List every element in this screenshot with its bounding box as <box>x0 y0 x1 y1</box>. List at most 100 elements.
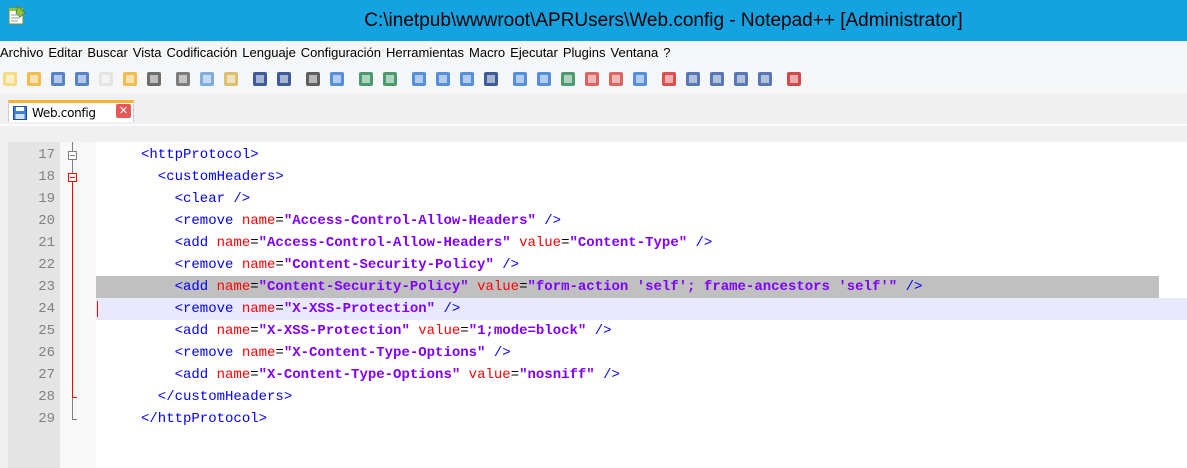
menu-macro[interactable]: Macro <box>469 45 509 60</box>
close-tab-icon[interactable]: ✕ <box>116 104 131 118</box>
word-wrap-icon[interactable] <box>457 69 477 89</box>
token-val: "form-action 'self'; frame-ancestors 'se… <box>527 279 898 295</box>
stop-macro-icon[interactable] <box>683 69 703 89</box>
token-attr: value <box>468 367 511 383</box>
find-icon[interactable] <box>303 69 323 89</box>
token-eq: = <box>250 367 259 383</box>
save-all-icon[interactable] <box>72 69 92 89</box>
token-eq: = <box>510 367 520 383</box>
folder-workspace-icon[interactable] <box>606 69 626 89</box>
code-line[interactable]: 22 <remove name="Content-Security-Policy"… <box>8 254 1187 276</box>
code-text: </httpProtocol> <box>141 408 267 430</box>
code-line[interactable]: 18 <customHeaders> <box>8 166 1187 188</box>
menu-herramientas[interactable]: Herramientas <box>386 45 468 60</box>
replace-icon[interactable] <box>327 69 347 89</box>
code-editor[interactable]: 17 <httpProtocol> 18 <customHeaders> 19 <clea… <box>8 142 1187 468</box>
tab-label: Web.config <box>32 105 96 120</box>
play-macro-icon[interactable] <box>707 69 727 89</box>
menu-help[interactable]: ? <box>663 45 674 60</box>
indent-guide-icon[interactable] <box>510 69 530 89</box>
line-number: 17 <box>38 147 55 163</box>
line-number: 28 <box>38 389 55 405</box>
token-tag: <remove <box>174 213 242 229</box>
save-macro-icon[interactable] <box>755 69 775 89</box>
code-line[interactable]: 19 <clear /> <box>8 188 1187 210</box>
line-number: 19 <box>38 191 55 207</box>
title-bar[interactable]: C:\inetpub\wwwroot\APRUsers\Web.config -… <box>0 0 1187 41</box>
open-file-icon[interactable] <box>24 69 44 89</box>
menu-archivo[interactable]: Archivo <box>0 45 47 60</box>
spell-check-icon[interactable] <box>784 69 804 89</box>
menu-ventana[interactable]: Ventana <box>611 45 663 60</box>
close-icon[interactable] <box>96 69 116 89</box>
token-attr: name <box>216 279 251 295</box>
token-eq: = <box>250 235 259 251</box>
line-number: 21 <box>38 235 55 251</box>
code-text: <remove name="X-XSS-Protection" /> <box>175 298 461 320</box>
menu-vista[interactable]: Vista <box>133 45 166 60</box>
menu-lenguaje[interactable]: Lenguaje <box>242 45 300 60</box>
code-line[interactable]: 20 <remove name="Access-Control-Allow-Hea… <box>8 210 1187 232</box>
fold-guide-line <box>72 182 73 397</box>
code-line[interactable]: 29 </httpProtocol> <box>8 408 1187 430</box>
token-attr: name <box>241 345 276 361</box>
code-line[interactable]: 25 <add name="X-XSS-Protection" value="1;… <box>8 320 1187 342</box>
code-text: <add name="Content-Security-Policy" valu… <box>175 276 923 298</box>
code-line[interactable]: 28 </customHeaders> <box>8 386 1187 408</box>
text-caret <box>97 301 98 317</box>
function-list-icon[interactable] <box>582 69 602 89</box>
menu-configuraci-n[interactable]: Configuración <box>301 45 385 60</box>
token-tag: /> <box>687 235 713 251</box>
menu-editar[interactable]: Editar <box>48 45 86 60</box>
token-tag: <clear /> <box>174 191 251 207</box>
print-icon[interactable] <box>144 69 164 89</box>
token-eq: = <box>250 279 259 295</box>
code-text: <remove name="X-Content-Type-Options" /> <box>175 342 511 364</box>
code-line[interactable]: 21 <add name="Access-Control-Allow-Header… <box>8 232 1187 254</box>
menu-buscar[interactable]: Buscar <box>87 45 131 60</box>
save-icon[interactable] <box>48 69 68 89</box>
doc-map-icon[interactable] <box>558 69 578 89</box>
code-line[interactable]: 26 <remove name="X-Content-Type-Options" … <box>8 342 1187 364</box>
record-macro-icon[interactable] <box>659 69 679 89</box>
fold-toggle-icon[interactable] <box>68 151 77 160</box>
token-attr: value <box>418 323 461 339</box>
new-file-icon[interactable] <box>0 69 20 89</box>
token-attr: name <box>216 367 251 383</box>
menu-ejecutar[interactable]: Ejecutar <box>510 45 562 60</box>
fold-end-tick <box>72 419 77 420</box>
token-val: "Access-Control-Allow-Headers" <box>283 213 536 229</box>
menu-plugins[interactable]: Plugins <box>563 45 610 60</box>
token-attr: name <box>216 235 251 251</box>
undo-icon[interactable] <box>250 69 270 89</box>
token-tag: <httpProtocol> <box>141 147 259 163</box>
token-tag: /> <box>493 257 520 273</box>
fold-toggle-icon[interactable] <box>68 173 77 182</box>
line-number: 23 <box>38 279 55 295</box>
zoom-out-icon[interactable] <box>380 69 400 89</box>
menu-codificaci-n[interactable]: Codificación <box>166 45 241 60</box>
token-attr: value <box>519 235 562 251</box>
close-all-icon[interactable] <box>120 69 140 89</box>
copy-icon[interactable] <box>197 69 217 89</box>
show-all-chars-icon[interactable] <box>481 69 501 89</box>
line-number: 20 <box>38 213 55 229</box>
user-lang-icon[interactable] <box>534 69 554 89</box>
code-line[interactable]: 27 <add name="X-Content-Type-Options" val… <box>8 364 1187 386</box>
sync-horizontal-icon[interactable] <box>433 69 453 89</box>
run-macro-multiple-icon[interactable] <box>731 69 751 89</box>
redo-icon[interactable] <box>274 69 294 89</box>
code-line[interactable]: 17 <httpProtocol> <box>8 144 1187 166</box>
paste-icon[interactable] <box>221 69 241 89</box>
monitor-icon[interactable] <box>630 69 650 89</box>
tab-web-config[interactable]: Web.config ✕ <box>8 100 134 122</box>
line-number: 26 <box>38 345 55 361</box>
cut-icon[interactable] <box>173 69 193 89</box>
code-text: <add name="Access-Control-Allow-Headers"… <box>175 232 713 254</box>
token-attr: name <box>216 323 251 339</box>
sync-vertical-icon[interactable] <box>409 69 429 89</box>
code-line[interactable]: 24 <remove name="X-XSS-Protection" /> <box>8 298 1187 320</box>
code-line[interactable]: 23 <add name="Content-Security-Policy" va… <box>8 276 1187 298</box>
zoom-in-icon[interactable] <box>356 69 376 89</box>
token-tag: <add <box>174 235 217 251</box>
